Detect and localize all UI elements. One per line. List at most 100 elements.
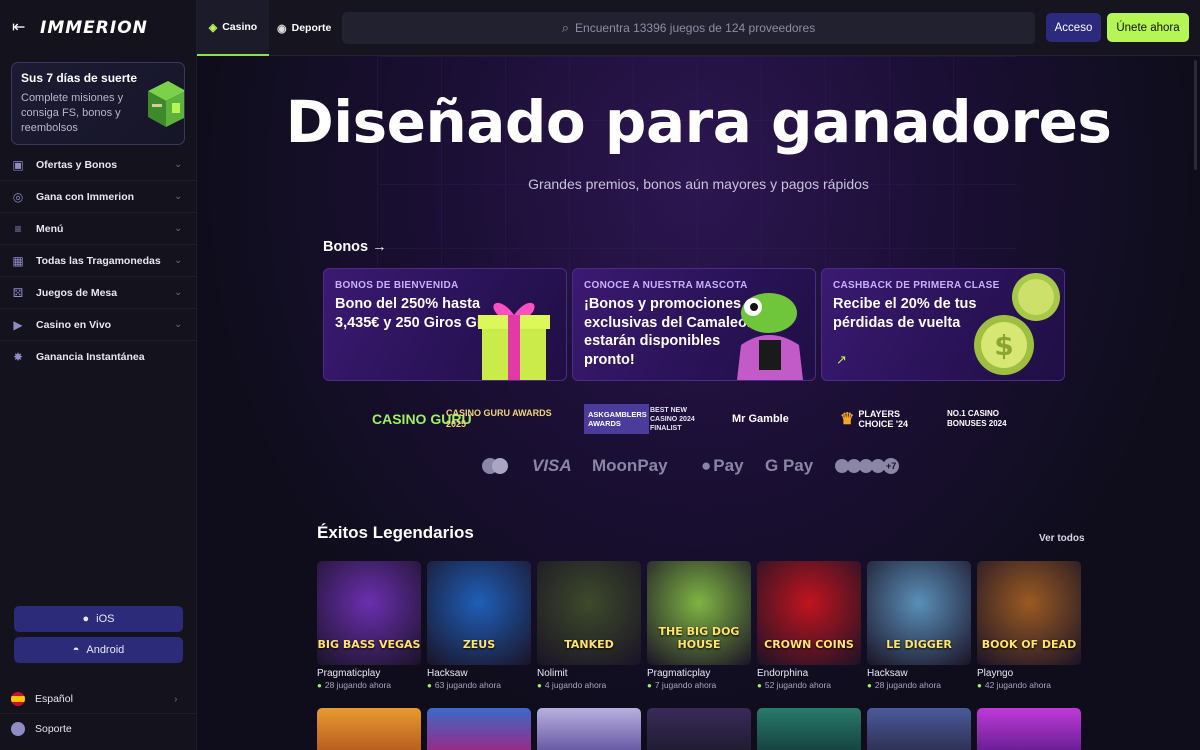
- bonus-card-cashback[interactable]: CASHBACK DE PRIMERA CLASE Recibe el 20% …: [821, 268, 1065, 381]
- search-input[interactable]: ⌕ Encuentra 13396 juegos de 124 proveedo…: [342, 12, 1035, 44]
- chevron-down-icon: ⌄: [174, 223, 183, 234]
- coins-icon: ◎: [12, 189, 24, 204]
- game-thumb-row2[interactable]: [867, 708, 971, 750]
- award-best-new: BEST NEW CASINO 2024 FINALIST: [650, 406, 695, 432]
- game-thumbnail[interactable]: BIG BASS VEGAS: [317, 561, 421, 665]
- award-players-choice: ♛ PLAYERS CHOICE '24: [840, 409, 908, 429]
- ios-button[interactable]: ● iOS: [14, 606, 183, 632]
- game-tile[interactable]: THE BIG DOG HOUSE Pragmaticplay ● 7 jugando…: [647, 561, 751, 690]
- burst-icon: ✸: [12, 350, 24, 364]
- support-link[interactable]: Soporte: [0, 714, 196, 744]
- game-thumb-row2[interactable]: [317, 708, 421, 750]
- collapse-sidebar-icon[interactable]: ⇤: [12, 20, 30, 36]
- chevron-down-icon: ⌄: [174, 191, 183, 202]
- award-mr-gamble: Mr Gamble: [732, 413, 789, 425]
- users-icon: ●: [977, 680, 982, 690]
- tab-deporte[interactable]: ◉ Deporte: [277, 0, 331, 56]
- gift-icon: ▣: [12, 157, 24, 172]
- players-count-label: 7 jugando ahora: [654, 680, 717, 690]
- game-tile[interactable]: TANKED Nolimit ● 4 jugando ahora: [537, 561, 641, 690]
- players-count-label: 4 jugando ahora: [544, 680, 607, 690]
- top-bar: ◈ Casino ◉ Deporte ⌕ Encuentra 13396 jue…: [197, 0, 1200, 56]
- game-tile[interactable]: BOOK OF DEAD Playngo ● 42 jugando ahora: [977, 561, 1081, 690]
- sidebar-item-label: Casino en Vivo: [36, 318, 112, 331]
- sidebar-header: ⇤ IMMERION: [0, 0, 196, 56]
- menu-icon: ≡: [14, 221, 22, 236]
- game-title: THE BIG DOG HOUSE: [658, 625, 740, 651]
- game-tile[interactable]: ZEUS Hacksaw ● 63 jugando ahora: [427, 561, 531, 690]
- game-tile[interactable]: BIG BASS VEGAS Pragmaticplay ● 28 jugando a…: [317, 561, 421, 690]
- sidebar-item-ofertas[interactable]: ▣ Ofertas y Bonos ⌄: [0, 149, 196, 181]
- game-thumbnail[interactable]: LE DIGGER: [867, 561, 971, 665]
- sidebar-item-gana[interactable]: ◎ Gana con Immerion ⌄: [0, 181, 196, 213]
- bonus-card-mascot[interactable]: CONOCE A NUESTRA MASCOTA ¡Bonos y promoc…: [572, 268, 816, 381]
- bonos-link[interactable]: Bonos →: [323, 239, 387, 255]
- tab-casino[interactable]: ◈ Casino: [197, 0, 269, 56]
- game-provider: Nolimit: [537, 668, 568, 679]
- android-button[interactable]: ◓ Android: [14, 637, 183, 663]
- players-count: ● 4 jugando ahora: [537, 680, 641, 690]
- players-count-label: 42 jugando ahora: [984, 680, 1052, 690]
- sidebar: ⇤ IMMERION Sus 7 días de suerte Complete…: [0, 0, 197, 750]
- play-icon: ▶: [13, 317, 23, 332]
- game-provider: Hacksaw: [867, 668, 908, 679]
- award-no1-bonuses: NO.1 CASINO BONUSES 2024: [947, 409, 1007, 428]
- game-thumbnail[interactable]: CROWN COINS: [757, 561, 861, 665]
- game-thumbnail[interactable]: TANKED: [537, 561, 641, 665]
- players-count: ● 42 jugando ahora: [977, 680, 1081, 690]
- sidebar-item-label: Juegos de Mesa: [36, 286, 118, 299]
- game-thumbnail[interactable]: ZEUS: [427, 561, 531, 665]
- chevron-down-icon: ⌄: [174, 319, 183, 330]
- signup-button[interactable]: Únete ahora: [1107, 13, 1189, 42]
- ball-icon: ◉: [277, 22, 287, 35]
- android-label: Android: [86, 644, 125, 656]
- sidebar-item-vivo[interactable]: ▶ Casino en Vivo ⌄: [0, 309, 196, 341]
- support-label: Soporte: [35, 723, 72, 735]
- game-provider: Pragmaticplay: [317, 668, 381, 679]
- language-selector[interactable]: Español ›: [0, 684, 196, 714]
- game-title: CROWN COINS: [764, 638, 854, 651]
- tab-casino-label: Casino: [222, 21, 258, 33]
- award-askgamblers: ASKGAMBLERS AWARDS: [584, 404, 649, 434]
- login-button[interactable]: Acceso: [1046, 13, 1101, 42]
- hero-title: Diseñado para ganadores: [285, 88, 1112, 156]
- users-icon: ●: [647, 680, 652, 690]
- game-provider: Pragmaticplay: [647, 668, 711, 679]
- sidebar-item-label: Todas las Tragamonedas: [36, 254, 161, 267]
- sidebar-item-label: Gana con Immerion: [36, 190, 135, 203]
- chevron-down-icon: ⌄: [174, 159, 183, 170]
- logo[interactable]: IMMERION: [40, 18, 148, 38]
- sidebar-item-instantanea[interactable]: ✸ Ganancia Instantánea: [0, 341, 196, 373]
- promo-card[interactable]: Sus 7 días de suerte Complete misiones y…: [11, 62, 185, 145]
- chevron-down-icon: ⌄: [174, 255, 183, 266]
- game-thumb-row2[interactable]: [537, 708, 641, 750]
- game-provider: Endorphina: [757, 668, 809, 679]
- game-title: TANKED: [564, 638, 614, 651]
- game-thumbnail[interactable]: BOOK OF DEAD: [977, 561, 1081, 665]
- game-thumb-row2[interactable]: [757, 708, 861, 750]
- players-count-label: 28 jugando ahora: [874, 680, 942, 690]
- game-thumbnail[interactable]: THE BIG DOG HOUSE: [647, 561, 751, 665]
- sidebar-item-mesa[interactable]: ⚄ Juegos de Mesa ⌄: [0, 277, 196, 309]
- game-tile[interactable]: LE DIGGER Hacksaw ● 28 jugando ahora: [867, 561, 971, 690]
- language-label: Español: [35, 692, 73, 705]
- sidebar-item-label: Ofertas y Bonos: [36, 158, 118, 171]
- visa-icon: VISA: [532, 456, 572, 475]
- apple-icon: ●: [82, 613, 90, 625]
- game-thumb-row2[interactable]: [647, 708, 751, 750]
- game-thumb-row2[interactable]: [977, 708, 1081, 750]
- grid-icon: ▦: [12, 253, 24, 268]
- sidebar-item-menu[interactable]: ≡ Menú ⌄: [0, 213, 196, 245]
- game-thumb-row2[interactable]: [427, 708, 531, 750]
- moonpay-icon: MoonPay: [592, 456, 668, 475]
- sidebar-item-tragamonedas[interactable]: ▦ Todas las Tragamonedas ⌄: [0, 245, 196, 277]
- chevron-down-icon: ⌄: [174, 287, 183, 298]
- treasure-chest-icon: [148, 81, 184, 127]
- see-all-link[interactable]: Ver todos: [1039, 533, 1085, 544]
- dice-icon: ⚄: [12, 285, 24, 300]
- game-tile[interactable]: CROWN COINS Endorphina ● 52 jugando ahora: [757, 561, 861, 690]
- users-icon: ●: [427, 680, 432, 690]
- sidebar-item-label: Ganancia Instantánea: [36, 351, 145, 363]
- bonus-card-welcome[interactable]: BONOS DE BIENVENIDA Bono del 250% hasta …: [323, 268, 567, 381]
- arrow-up-right-icon: ↗: [836, 352, 847, 367]
